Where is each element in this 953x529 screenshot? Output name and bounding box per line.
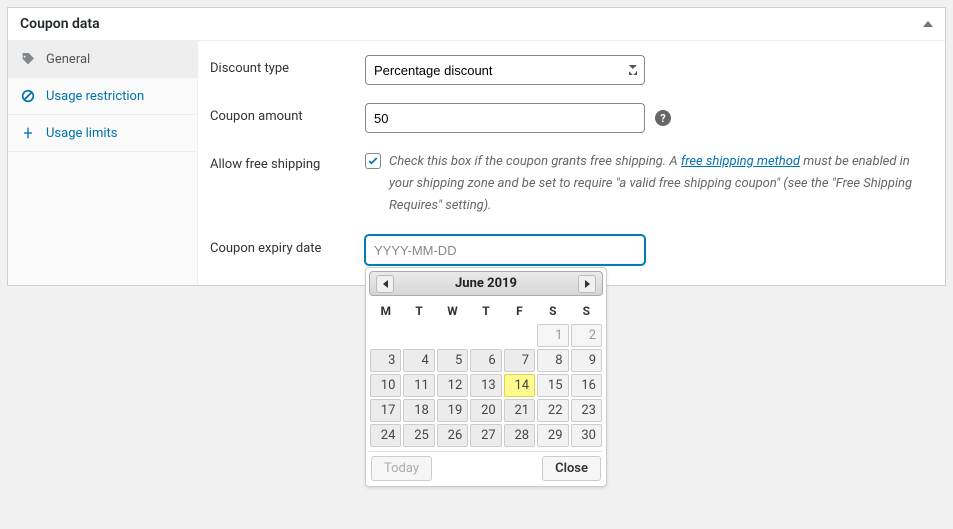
- panel-header: Coupon data: [8, 8, 945, 41]
- datepicker-day[interactable]: 20: [470, 399, 501, 422]
- datepicker-day[interactable]: 21: [504, 399, 535, 422]
- datepicker-day[interactable]: 9: [571, 349, 602, 372]
- datepicker-day[interactable]: 16: [571, 374, 602, 397]
- datepicker-day[interactable]: 12: [437, 374, 468, 397]
- datepicker-dow: T: [469, 299, 502, 323]
- chevron-left-icon: [383, 280, 388, 288]
- datepicker-day[interactable]: 22: [537, 399, 568, 422]
- datepicker-day[interactable]: 24: [370, 424, 401, 447]
- datepicker-today-button[interactable]: Today: [371, 456, 432, 481]
- datepicker-day[interactable]: 10: [370, 374, 401, 397]
- expiry-date-label: Coupon expiry date: [210, 235, 365, 256]
- ban-icon: [20, 88, 36, 104]
- tab-general[interactable]: General: [8, 41, 197, 78]
- datepicker-day[interactable]: 4: [403, 349, 434, 372]
- datepicker-day[interactable]: 13: [470, 374, 501, 397]
- datepicker-title: June 2019: [455, 276, 517, 291]
- datepicker-day[interactable]: 15: [537, 374, 568, 397]
- coupon-amount-input[interactable]: [365, 103, 645, 133]
- datepicker-day[interactable]: 29: [537, 424, 568, 447]
- datepicker-day[interactable]: 11: [403, 374, 434, 397]
- datepicker-day[interactable]: 5: [437, 349, 468, 372]
- datepicker-day[interactable]: 3: [370, 349, 401, 372]
- datepicker-next-month[interactable]: [578, 275, 596, 293]
- coupon-data-panel: Coupon data General Usage restriction: [7, 7, 946, 286]
- free-shipping-label: Allow free shipping: [210, 151, 365, 172]
- coupon-amount-label: Coupon amount: [210, 103, 365, 124]
- tabs-sidebar: General Usage restriction Usage limits: [8, 41, 198, 285]
- check-icon: [367, 155, 379, 167]
- datepicker-dow: S: [536, 299, 569, 323]
- datepicker-day[interactable]: 18: [403, 399, 434, 422]
- datepicker-day[interactable]: 7: [504, 349, 535, 372]
- datepicker-day[interactable]: 14: [504, 374, 535, 397]
- datepicker-day[interactable]: 2: [571, 324, 602, 347]
- datepicker-day[interactable]: 17: [370, 399, 401, 422]
- tab-usage-restriction-label: Usage restriction: [46, 89, 144, 104]
- discount-type-select[interactable]: Percentage discount: [365, 55, 645, 85]
- datepicker-popup: June 2019 MTWTFSS 1234567891011121314151…: [365, 267, 607, 487]
- tab-general-label: General: [46, 52, 90, 67]
- chevron-right-icon: [585, 280, 590, 288]
- panel-title: Coupon data: [20, 16, 100, 32]
- datepicker-day[interactable]: 6: [470, 349, 501, 372]
- free-shipping-checkbox[interactable]: [365, 153, 381, 169]
- datepicker-dow: M: [369, 299, 402, 323]
- datepicker-day[interactable]: 19: [437, 399, 468, 422]
- datepicker-close-button[interactable]: Close: [542, 456, 601, 481]
- datepicker-dow: F: [503, 299, 536, 323]
- help-icon[interactable]: ?: [655, 110, 671, 126]
- datepicker-header: June 2019: [369, 271, 603, 296]
- expiry-date-input[interactable]: [365, 235, 645, 265]
- datepicker-day[interactable]: 26: [437, 424, 468, 447]
- datepicker-prev-month[interactable]: [376, 275, 394, 293]
- tab-usage-restriction[interactable]: Usage restriction: [8, 78, 197, 115]
- tab-usage-limits[interactable]: Usage limits: [8, 115, 197, 152]
- free-shipping-method-link[interactable]: free shipping method: [681, 154, 800, 169]
- datepicker-day[interactable]: 27: [470, 424, 501, 447]
- tag-icon: [20, 51, 36, 67]
- datepicker-day[interactable]: 28: [504, 424, 535, 447]
- datepicker-calendar: MTWTFSS 12345678910111213141516171819202…: [369, 299, 603, 448]
- datepicker-dow: T: [402, 299, 435, 323]
- datepicker-dow: W: [436, 299, 469, 323]
- datepicker-day[interactable]: 25: [403, 424, 434, 447]
- tab-usage-limits-label: Usage limits: [46, 126, 117, 141]
- tab-content: Discount type Percentage discount Coupon…: [198, 41, 945, 285]
- sliders-icon: [20, 125, 36, 141]
- datepicker-day[interactable]: 30: [571, 424, 602, 447]
- discount-type-label: Discount type: [210, 55, 365, 76]
- free-shipping-description: Check this box if the coupon grants free…: [389, 151, 925, 217]
- datepicker-day[interactable]: 1: [537, 324, 568, 347]
- panel-collapse-toggle[interactable]: [923, 21, 933, 27]
- datepicker-dow: S: [570, 299, 603, 323]
- datepicker-day[interactable]: 23: [571, 399, 602, 422]
- datepicker-day[interactable]: 8: [537, 349, 568, 372]
